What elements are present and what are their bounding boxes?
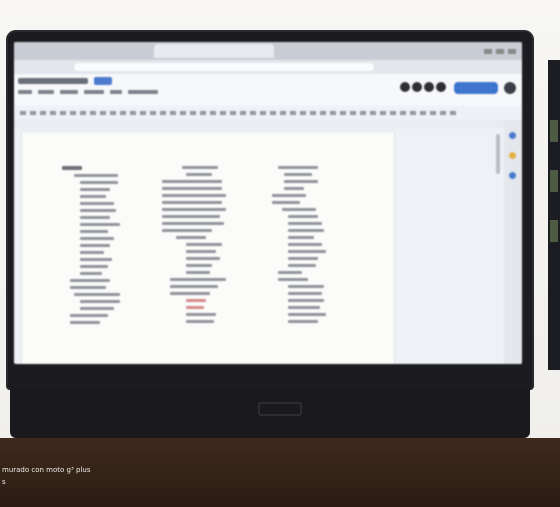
- laptop-screen: [14, 42, 522, 364]
- scrollbar[interactable]: [496, 134, 500, 174]
- avatar[interactable]: [424, 82, 434, 92]
- url-field[interactable]: [74, 63, 374, 71]
- menu-item[interactable]: [110, 90, 122, 94]
- calendar-icon[interactable]: [509, 132, 516, 139]
- tasks-icon[interactable]: [509, 172, 516, 179]
- menu-item[interactable]: [84, 90, 104, 94]
- photo-caption-line-2: s: [2, 478, 6, 486]
- toolbar-icons[interactable]: [20, 111, 460, 115]
- avatar[interactable]: [400, 82, 410, 92]
- laptop-brand-logo: [258, 402, 302, 416]
- document-title[interactable]: [18, 78, 88, 84]
- share-button[interactable]: [454, 82, 498, 94]
- keep-icon[interactable]: [509, 152, 516, 159]
- browser-tab[interactable]: [154, 44, 274, 58]
- menu-item[interactable]: [128, 90, 158, 94]
- ruler: [14, 120, 522, 128]
- collaborator-avatars: [400, 82, 446, 92]
- document-header: [14, 74, 522, 106]
- minimize-icon[interactable]: [484, 48, 492, 54]
- close-icon[interactable]: [508, 48, 516, 54]
- avatar[interactable]: [436, 82, 446, 92]
- photo: murado con moto g³ plus s: [0, 0, 560, 507]
- browser-tab-bar: [14, 42, 522, 60]
- maximize-icon[interactable]: [496, 48, 504, 54]
- photo-caption: murado con moto g³ plus: [2, 466, 91, 474]
- document-page[interactable]: [22, 132, 394, 364]
- avatar[interactable]: [412, 82, 422, 92]
- formatting-toolbar: [14, 106, 522, 121]
- address-bar[interactable]: [14, 60, 522, 74]
- window-controls[interactable]: [484, 48, 516, 54]
- document-status-badge: [94, 77, 112, 85]
- menu-bar: [18, 90, 158, 94]
- menu-item[interactable]: [18, 90, 32, 94]
- side-panel: [504, 120, 522, 364]
- menu-item[interactable]: [60, 90, 78, 94]
- menu-item[interactable]: [38, 90, 54, 94]
- profile-avatar[interactable]: [504, 82, 516, 94]
- secondary-monitor-edge: [548, 60, 560, 370]
